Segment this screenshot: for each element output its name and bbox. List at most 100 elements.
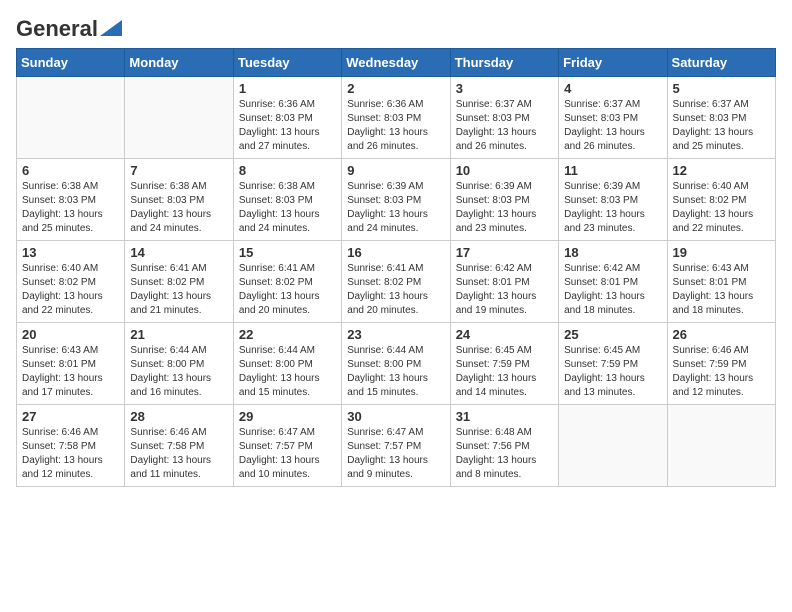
day-info: Sunrise: 6:42 AMSunset: 8:01 PMDaylight:… xyxy=(456,262,553,318)
day-info-line: Daylight: 13 hours and 26 minutes. xyxy=(347,126,444,154)
day-info-line: Daylight: 13 hours and 20 minutes. xyxy=(347,290,444,318)
day-info-line: Sunset: 7:59 PM xyxy=(564,358,661,372)
day-info: Sunrise: 6:46 AMSunset: 7:58 PMDaylight:… xyxy=(22,426,119,482)
day-info-line: Daylight: 13 hours and 10 minutes. xyxy=(239,454,336,482)
day-number: 15 xyxy=(239,245,336,260)
day-info-line: Sunset: 8:01 PM xyxy=(564,276,661,290)
day-info-line: Daylight: 13 hours and 15 minutes. xyxy=(347,372,444,400)
day-info-line: Sunset: 7:57 PM xyxy=(239,440,336,454)
day-info-line: Sunset: 8:03 PM xyxy=(130,194,227,208)
day-info-line: Sunrise: 6:46 AM xyxy=(130,426,227,440)
day-info-line: Daylight: 13 hours and 24 minutes. xyxy=(347,208,444,236)
weekday-friday: Friday xyxy=(559,49,667,77)
day-number: 21 xyxy=(130,327,227,342)
day-info-line: Daylight: 13 hours and 11 minutes. xyxy=(130,454,227,482)
day-info: Sunrise: 6:47 AMSunset: 7:57 PMDaylight:… xyxy=(239,426,336,482)
day-info: Sunrise: 6:47 AMSunset: 7:57 PMDaylight:… xyxy=(347,426,444,482)
day-number: 26 xyxy=(673,327,770,342)
calendar-cell: 16 Sunrise: 6:41 AMSunset: 8:02 PMDayligh… xyxy=(342,241,450,323)
day-number: 4 xyxy=(564,81,661,96)
day-number: 16 xyxy=(347,245,444,260)
day-info: Sunrise: 6:41 AMSunset: 8:02 PMDaylight:… xyxy=(347,262,444,318)
day-info: Sunrise: 6:46 AMSunset: 7:58 PMDaylight:… xyxy=(130,426,227,482)
day-number: 8 xyxy=(239,163,336,178)
day-info-line: Daylight: 13 hours and 14 minutes. xyxy=(456,372,553,400)
day-number: 10 xyxy=(456,163,553,178)
day-info-line: Sunrise: 6:41 AM xyxy=(239,262,336,276)
day-info-line: Daylight: 13 hours and 17 minutes. xyxy=(22,372,119,400)
calendar-cell: 31Sunrise: 6:48 AMSunset: 7:56 PMDayligh… xyxy=(450,405,558,487)
day-info-line: Daylight: 13 hours and 24 minutes. xyxy=(239,208,336,236)
day-info-line: Daylight: 13 hours and 27 minutes. xyxy=(239,126,336,154)
calendar-cell: 15 Sunrise: 6:41 AMSunset: 8:02 PMDayligh… xyxy=(233,241,341,323)
day-info: Sunrise: 6:41 AMSunset: 8:02 PMDaylight:… xyxy=(239,262,336,318)
day-info-line: Sunrise: 6:46 AM xyxy=(673,344,770,358)
day-info: Sunrise: 6:36 AMSunset: 8:03 PMDaylight:… xyxy=(347,98,444,154)
logo: General xyxy=(16,16,122,38)
day-number: 11 xyxy=(564,163,661,178)
day-number: 9 xyxy=(347,163,444,178)
weekday-wednesday: Wednesday xyxy=(342,49,450,77)
day-info-line: Sunrise: 6:43 AM xyxy=(673,262,770,276)
logo-icon xyxy=(100,20,122,36)
day-info: Sunrise: 6:46 AMSunset: 7:59 PMDaylight:… xyxy=(673,344,770,400)
day-info-line: Daylight: 13 hours and 18 minutes. xyxy=(673,290,770,318)
day-info-line: Sunrise: 6:39 AM xyxy=(456,180,553,194)
calendar-cell: 7Sunrise: 6:38 AMSunset: 8:03 PMDaylight… xyxy=(125,159,233,241)
day-info: Sunrise: 6:38 AMSunset: 8:03 PMDaylight:… xyxy=(22,180,119,236)
day-info: Sunrise: 6:45 AMSunset: 7:59 PMDaylight:… xyxy=(564,344,661,400)
calendar-cell: 14Sunrise: 6:41 AMSunset: 8:02 PMDayligh… xyxy=(125,241,233,323)
day-info-line: Daylight: 13 hours and 20 minutes. xyxy=(239,290,336,318)
day-info-line: Daylight: 13 hours and 22 minutes. xyxy=(22,290,119,318)
weekday-sunday: Sunday xyxy=(17,49,125,77)
day-info-line: Daylight: 13 hours and 16 minutes. xyxy=(130,372,227,400)
day-info-line: Sunrise: 6:36 AM xyxy=(347,98,444,112)
day-info-line: Sunset: 8:03 PM xyxy=(564,112,661,126)
day-info-line: Daylight: 13 hours and 25 minutes. xyxy=(673,126,770,154)
day-number: 18 xyxy=(564,245,661,260)
day-info: Sunrise: 6:39 AMSunset: 8:03 PMDaylight:… xyxy=(456,180,553,236)
calendar-cell: 27 Sunrise: 6:46 AMSunset: 7:58 PMDayligh… xyxy=(17,405,125,487)
day-number: 13 xyxy=(22,245,119,260)
day-info-line: Sunset: 7:58 PM xyxy=(130,440,227,454)
day-number: 25 xyxy=(564,327,661,342)
day-info-line: Sunset: 8:03 PM xyxy=(347,194,444,208)
day-info-line: Sunrise: 6:37 AM xyxy=(456,98,553,112)
day-number: 3 xyxy=(456,81,553,96)
day-info-line: Sunrise: 6:43 AM xyxy=(22,344,119,358)
calendar-cell: 28Sunrise: 6:46 AMSunset: 7:58 PMDayligh… xyxy=(125,405,233,487)
day-info-line: Sunrise: 6:38 AM xyxy=(22,180,119,194)
day-info-line: Sunrise: 6:42 AM xyxy=(564,262,661,276)
calendar-cell: 29 Sunrise: 6:47 AMSunset: 7:57 PMDayligh… xyxy=(233,405,341,487)
day-number: 27 xyxy=(22,409,119,424)
week-row-3: 13 Sunrise: 6:40 AMSunset: 8:02 PMDayligh… xyxy=(17,241,776,323)
day-info-line: Sunrise: 6:39 AM xyxy=(347,180,444,194)
day-info-line: Sunrise: 6:38 AM xyxy=(239,180,336,194)
day-info: Sunrise: 6:39 AMSunset: 8:03 PMDaylight:… xyxy=(564,180,661,236)
page-header: General xyxy=(16,16,776,38)
day-info-line: Sunset: 8:02 PM xyxy=(239,276,336,290)
day-info: Sunrise: 6:43 AMSunset: 8:01 PMDaylight:… xyxy=(673,262,770,318)
day-info: Sunrise: 6:37 AMSunset: 8:03 PMDaylight:… xyxy=(564,98,661,154)
day-info: Sunrise: 6:39 AMSunset: 8:03 PMDaylight:… xyxy=(347,180,444,236)
day-info-line: Daylight: 13 hours and 26 minutes. xyxy=(456,126,553,154)
day-info-line: Daylight: 13 hours and 12 minutes. xyxy=(22,454,119,482)
day-info-line: Sunset: 8:03 PM xyxy=(347,112,444,126)
day-info-line: Sunset: 8:03 PM xyxy=(456,112,553,126)
day-info-line: Sunrise: 6:41 AM xyxy=(347,262,444,276)
day-number: 20 xyxy=(22,327,119,342)
calendar-cell: 19Sunrise: 6:43 AMSunset: 8:01 PMDayligh… xyxy=(667,241,775,323)
day-number: 29 xyxy=(239,409,336,424)
weekday-saturday: Saturday xyxy=(667,49,775,77)
day-info-line: Sunset: 8:03 PM xyxy=(239,112,336,126)
day-info: Sunrise: 6:42 AMSunset: 8:01 PMDaylight:… xyxy=(564,262,661,318)
day-info-line: Sunset: 8:02 PM xyxy=(130,276,227,290)
calendar-cell: 8Sunrise: 6:38 AMSunset: 8:03 PMDaylight… xyxy=(233,159,341,241)
calendar-cell: 25 Sunrise: 6:45 AMSunset: 7:59 PMDayligh… xyxy=(559,323,667,405)
weekday-monday: Monday xyxy=(125,49,233,77)
day-info-line: Sunset: 8:03 PM xyxy=(22,194,119,208)
day-info-line: Sunrise: 6:45 AM xyxy=(564,344,661,358)
day-info: Sunrise: 6:40 AMSunset: 8:02 PMDaylight:… xyxy=(22,262,119,318)
day-info: Sunrise: 6:37 AMSunset: 8:03 PMDaylight:… xyxy=(456,98,553,154)
day-number: 2 xyxy=(347,81,444,96)
